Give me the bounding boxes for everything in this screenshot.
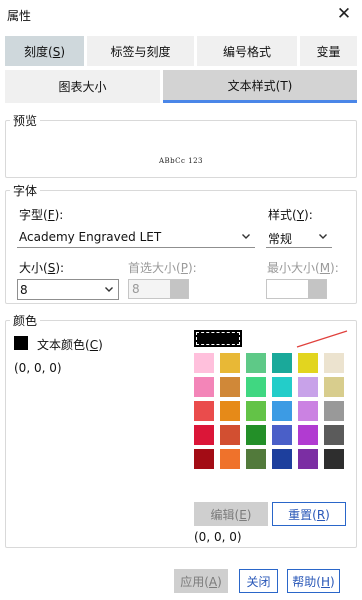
color-swatch[interactable] — [324, 425, 344, 445]
color-swatch[interactable] — [324, 353, 344, 373]
color-swatch[interactable] — [194, 449, 214, 469]
color-swatch[interactable] — [272, 425, 292, 445]
tab-bar-top: 刻度(S) 标签与刻度 编号格式 变量 — [5, 36, 357, 66]
button-label: 关闭 — [246, 574, 271, 589]
apply-button[interactable]: 应用(A) — [174, 569, 228, 593]
button-label: 编辑(E) — [210, 507, 252, 522]
color-swatch[interactable] — [272, 377, 292, 397]
no-color-icon[interactable] — [296, 330, 348, 348]
tab-label: 变量 — [316, 44, 341, 59]
color-swatch[interactable] — [220, 377, 240, 397]
preferred-size-value: 8 — [132, 282, 140, 296]
tab-number-format[interactable]: 编号格式 — [197, 36, 300, 66]
style-dropdown[interactable]: 常规 — [266, 227, 332, 248]
color-swatch[interactable] — [246, 449, 266, 469]
preview-sample-text: ABbCc 123 — [158, 157, 204, 165]
style-label: 样式(Y): — [268, 208, 313, 222]
tab-bar-bottom: 图表大小 文本样式(T) — [5, 70, 357, 103]
text-color-swatch[interactable] — [14, 336, 28, 350]
current-color-sample[interactable] — [194, 330, 242, 347]
size-value: 8 — [20, 283, 28, 297]
size-dropdown[interactable]: 8 — [17, 279, 119, 300]
button-label: 帮助(H) — [292, 574, 335, 589]
button-label: 应用(A) — [180, 574, 222, 589]
color-swatch[interactable] — [194, 425, 214, 445]
font-legend: 字体 — [13, 184, 38, 198]
tab-labels-and-ticks[interactable]: 标签与刻度 — [87, 36, 197, 66]
color-swatch[interactable] — [220, 449, 240, 469]
tab-chart-size[interactable]: 图表大小 — [5, 70, 163, 103]
selected-color-value: (0, 0, 0) — [194, 530, 242, 544]
color-swatch[interactable] — [246, 353, 266, 373]
min-size-spinner — [266, 279, 327, 299]
color-swatch[interactable] — [298, 353, 318, 373]
preview-legend: 预览 — [13, 114, 38, 128]
close-icon[interactable]: ✕ — [334, 4, 354, 24]
color-palette-grid — [194, 353, 350, 469]
color-swatch[interactable] — [298, 449, 318, 469]
typeface-dropdown[interactable]: Academy Engraved LET — [17, 227, 255, 248]
min-size-label: 最小大小(M): — [267, 261, 339, 275]
color-swatch[interactable] — [324, 401, 344, 421]
preferred-size-label: 首选大小(P): — [128, 261, 197, 275]
tab-label: 图表大小 — [58, 80, 107, 94]
preferred-size-spinner: 8 — [128, 279, 189, 299]
tab-label: 编号格式 — [222, 44, 271, 59]
typeface-label: 字型(F): — [19, 208, 64, 222]
color-swatch[interactable] — [272, 401, 292, 421]
button-label: 重置(R) — [288, 507, 330, 522]
tab-label: 文本样式(T) — [227, 78, 293, 93]
size-label: 大小(S): — [19, 261, 65, 275]
chevron-down-icon — [242, 234, 250, 239]
color-swatch[interactable] — [246, 425, 266, 445]
text-color-label: 文本颜色(C) — [37, 338, 103, 352]
color-swatch[interactable] — [220, 401, 240, 421]
tab-scale[interactable]: 刻度(S) — [5, 36, 87, 66]
color-swatch[interactable] — [298, 425, 318, 445]
color-swatch[interactable] — [272, 449, 292, 469]
typeface-value: Academy Engraved LET — [19, 230, 162, 244]
chevron-down-icon — [105, 287, 113, 292]
tab-text-style[interactable]: 文本样式(T) — [163, 70, 357, 103]
color-swatch[interactable] — [194, 353, 214, 373]
color-swatch[interactable] — [272, 353, 292, 373]
window-title: 属性 — [7, 9, 32, 23]
close-button[interactable]: 关闭 — [239, 569, 278, 593]
color-swatch[interactable] — [194, 377, 214, 397]
color-swatch[interactable] — [298, 401, 318, 421]
color-swatch[interactable] — [298, 377, 318, 397]
color-swatch[interactable] — [246, 401, 266, 421]
spinner-button — [308, 280, 326, 298]
color-swatch[interactable] — [246, 377, 266, 397]
tab-label: 标签与刻度 — [110, 44, 171, 59]
title-bar: 属性 ✕ — [0, 0, 362, 30]
tab-label: 刻度(S) — [24, 44, 65, 59]
spinner-button — [170, 280, 188, 298]
color-legend: 颜色 — [13, 314, 38, 328]
preview-group: 预览 ABbCc 123 — [5, 112, 357, 178]
edit-color-button[interactable]: 编辑(E) — [194, 502, 268, 526]
color-swatch[interactable] — [194, 401, 214, 421]
color-swatch[interactable] — [324, 449, 344, 469]
chevron-down-icon — [319, 234, 327, 239]
help-button[interactable]: 帮助(H) — [287, 569, 340, 593]
color-swatch[interactable] — [324, 377, 344, 397]
reset-color-button[interactable]: 重置(R) — [272, 502, 346, 526]
color-swatch[interactable] — [220, 425, 240, 445]
text-color-value: (0, 0, 0) — [14, 361, 62, 375]
tab-variables[interactable]: 变量 — [300, 36, 357, 66]
color-swatch[interactable] — [220, 353, 240, 373]
style-value: 常规 — [268, 232, 293, 246]
